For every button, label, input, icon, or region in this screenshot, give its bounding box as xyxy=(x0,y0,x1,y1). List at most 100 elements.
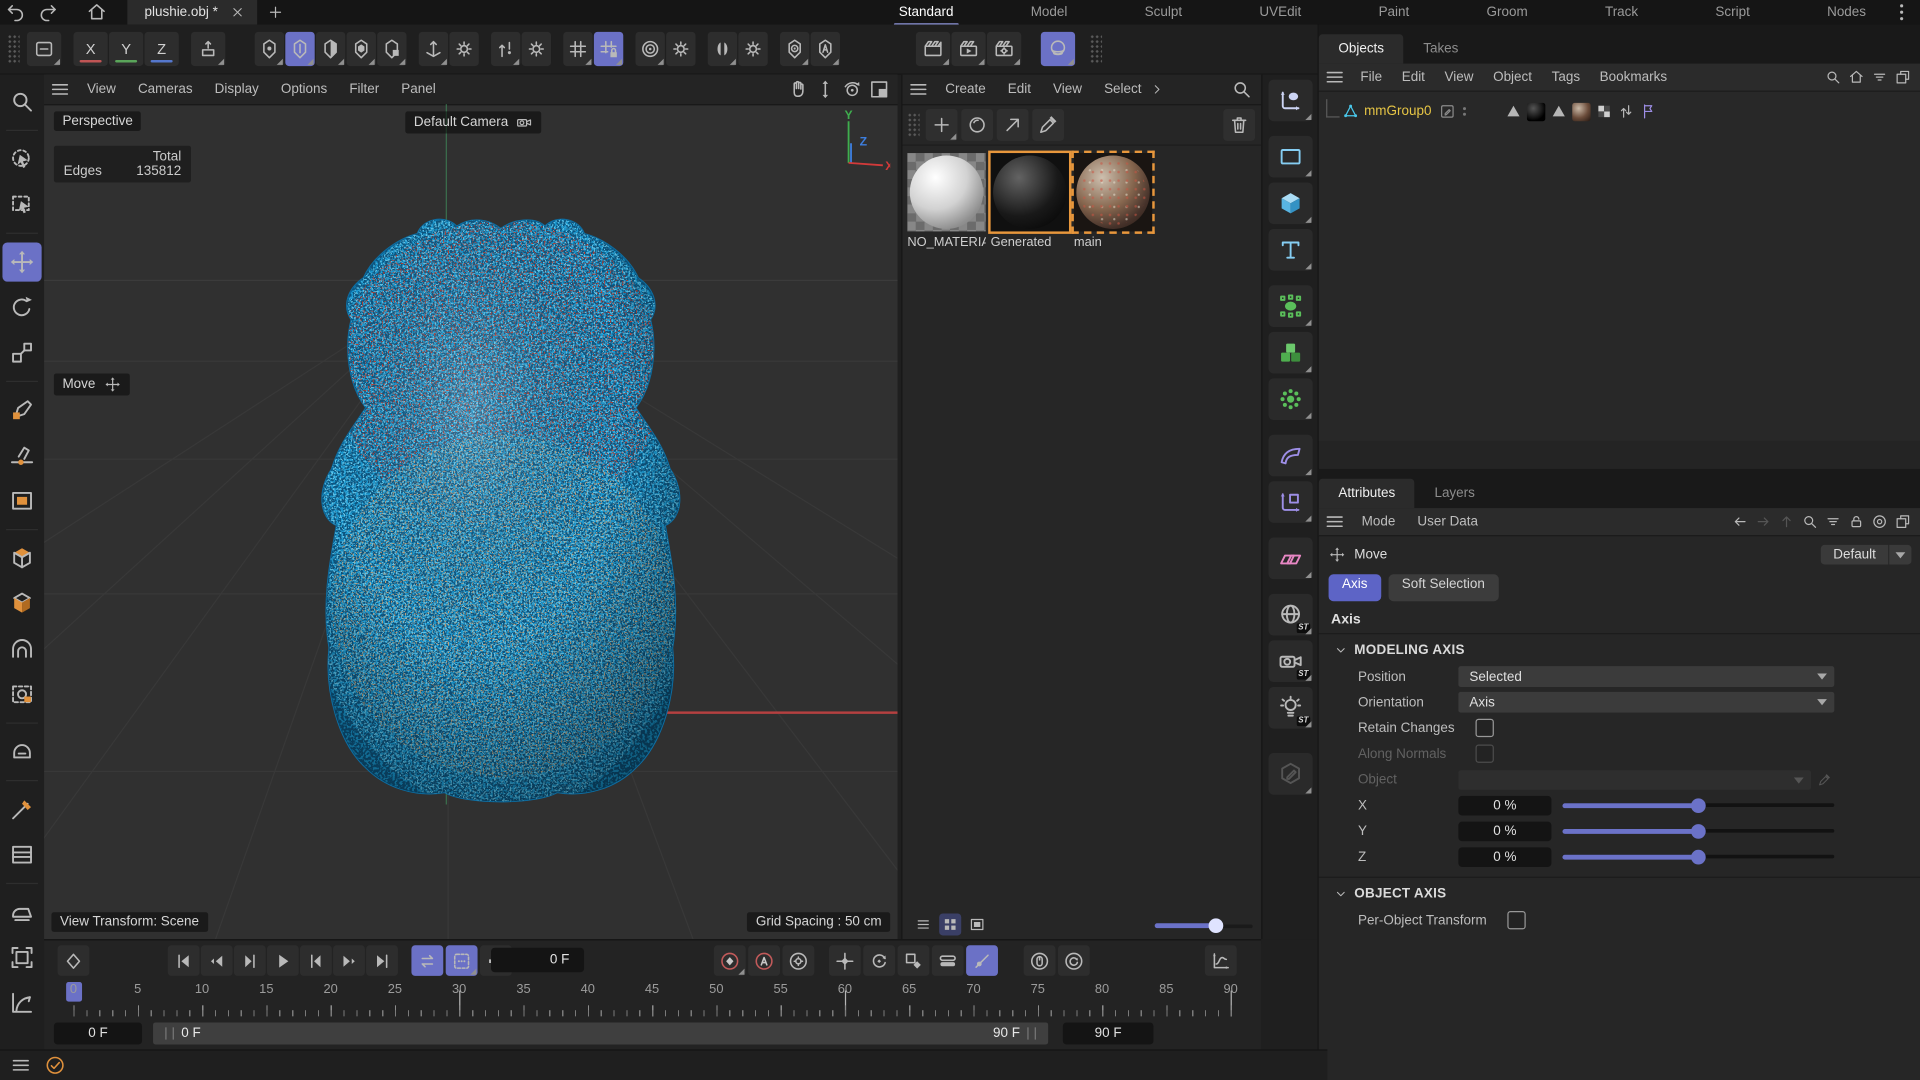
history-back-icon[interactable] xyxy=(1731,513,1748,530)
attributes-popup-icon[interactable] xyxy=(1894,513,1911,530)
bridge-tool[interactable] xyxy=(2,629,41,668)
next-key-button[interactable] xyxy=(333,945,365,976)
live-selection-tool[interactable] xyxy=(2,140,41,179)
loop-playback-button[interactable] xyxy=(411,945,443,976)
render-queue-button[interactable] xyxy=(987,32,1021,66)
make-editable-button[interactable] xyxy=(27,32,61,66)
camera-object-button[interactable]: ST xyxy=(1269,640,1313,682)
objects-menu-edit[interactable]: Edit xyxy=(1392,64,1435,91)
material-list-view-icon[interactable] xyxy=(912,913,934,935)
volume-builder-button[interactable] xyxy=(1269,332,1313,374)
viewport-menu-filter[interactable]: Filter xyxy=(338,75,390,104)
key-pla-toggle[interactable] xyxy=(966,945,998,976)
soft-selection-mode-button[interactable]: Soft Selection xyxy=(1388,574,1498,601)
slider-knob[interactable] xyxy=(1691,798,1706,813)
next-frame-button[interactable] xyxy=(300,945,332,976)
toolbar-grip[interactable] xyxy=(7,34,19,63)
material-canvas-view-icon[interactable] xyxy=(966,913,988,935)
attributes-menu-user-data[interactable]: User Data xyxy=(1406,507,1489,536)
home-icon[interactable] xyxy=(81,0,113,24)
redo-icon[interactable] xyxy=(32,0,64,24)
viewport-canvas[interactable]: Perspective Default Camera Total Edges13… xyxy=(44,104,897,939)
axis-lock-y[interactable]: Y xyxy=(109,32,143,66)
flag-tag-icon[interactable] xyxy=(1640,103,1657,120)
orbit-icon[interactable] xyxy=(841,78,863,100)
symmetry-button[interactable] xyxy=(708,32,737,66)
range-right-grip[interactable] xyxy=(1027,1027,1036,1039)
position-select[interactable]: Selected xyxy=(1458,666,1834,687)
mograph-cloner-button[interactable] xyxy=(1269,378,1313,420)
auto-mode-button[interactable] xyxy=(811,32,840,66)
layout-tab-groom[interactable]: Groom xyxy=(1482,2,1533,22)
extrude-tool[interactable] xyxy=(2,584,41,623)
sky-environment-button[interactable]: ST xyxy=(1269,594,1313,636)
texture-tag-main-icon[interactable] xyxy=(1572,102,1590,120)
objects-menu-tags[interactable]: Tags xyxy=(1542,64,1590,91)
record-keyframe-button[interactable] xyxy=(714,945,746,976)
symmetry-settings-gear-icon[interactable] xyxy=(738,32,767,66)
viewport-menu-panel[interactable]: Panel xyxy=(390,75,446,104)
viewport-menu-options[interactable]: Options xyxy=(270,75,338,104)
slider-value-z[interactable]: 0 % xyxy=(1458,847,1551,867)
cube-object-button[interactable] xyxy=(1269,182,1313,224)
loop-cut-tool[interactable] xyxy=(2,835,41,874)
axis-mode-button[interactable]: Axis xyxy=(1329,574,1381,601)
layout-tab-track[interactable]: Track xyxy=(1600,2,1643,22)
rotation-record-button[interactable] xyxy=(1058,945,1090,976)
per-object-transform-checkbox[interactable] xyxy=(1507,911,1525,929)
axis-lock-z[interactable]: Z xyxy=(144,32,178,66)
text-object-button[interactable] xyxy=(1269,229,1313,271)
material-main[interactable]: main xyxy=(1074,153,1152,250)
polygons-mode-button[interactable] xyxy=(316,32,345,66)
layout-tab-script[interactable]: Script xyxy=(1710,2,1754,22)
load-material-button[interactable] xyxy=(997,109,1029,141)
camera-icon[interactable] xyxy=(516,114,533,131)
rectangle-selection-tool[interactable] xyxy=(2,185,41,224)
materials-menu-select[interactable]: Select xyxy=(1093,75,1152,104)
frame-selection-tool[interactable] xyxy=(2,938,41,977)
quantize-settings-gear-icon[interactable] xyxy=(666,32,695,66)
timeline-ruler[interactable]: 051015202530354045505560657075808590 xyxy=(44,981,1261,1019)
object-axis-header[interactable]: OBJECT AXIS xyxy=(1319,878,1920,907)
layout-tab-uvedit[interactable]: UVEdit xyxy=(1254,2,1306,22)
add-material-button[interactable] xyxy=(926,109,958,141)
key-position-toggle[interactable] xyxy=(829,945,861,976)
camera-label[interactable]: Default Camera xyxy=(405,111,541,133)
undo-icon[interactable] xyxy=(0,0,32,24)
autokey-button[interactable] xyxy=(748,945,780,976)
move-tool[interactable] xyxy=(2,242,41,281)
document-tab[interactable]: plushie.obj * xyxy=(127,0,257,24)
light-object-button[interactable]: ST xyxy=(1269,687,1313,729)
toolbar-grip-right[interactable] xyxy=(1090,34,1102,63)
slider-y[interactable] xyxy=(1562,821,1834,841)
spline-primitive-button[interactable] xyxy=(1269,136,1313,178)
phong-tag-icon[interactable] xyxy=(1505,103,1522,120)
arc-measure-tool[interactable] xyxy=(2,983,41,1022)
objects-burger-icon[interactable] xyxy=(1319,65,1351,89)
orientation-select[interactable]: Axis xyxy=(1458,692,1834,713)
axis-modification-button[interactable] xyxy=(419,32,448,66)
polygon-brush-tool[interactable] xyxy=(2,732,41,771)
quantize-button[interactable] xyxy=(636,32,665,66)
preview-range-bar[interactable]: 0 F 90 F xyxy=(153,1022,1048,1044)
objects-filter-icon[interactable] xyxy=(1871,69,1888,86)
goto-end-button[interactable] xyxy=(366,945,398,976)
attributes-search-icon[interactable] xyxy=(1801,513,1818,530)
model-mode-button[interactable] xyxy=(377,32,406,66)
texture-tag-black-icon[interactable] xyxy=(1527,102,1545,120)
materials-search-icon[interactable] xyxy=(1231,78,1253,100)
visibility-dots-icon[interactable] xyxy=(1456,103,1473,120)
materials-menu-overflow-icon[interactable] xyxy=(1150,82,1165,97)
key-rotation-toggle[interactable] xyxy=(863,945,895,976)
prev-key-button[interactable] xyxy=(201,945,233,976)
cube-primitive-tool[interactable] xyxy=(2,539,41,578)
subdivision-surface-button[interactable] xyxy=(1269,285,1313,327)
workplane-button[interactable] xyxy=(191,32,225,66)
chevron-down-icon[interactable] xyxy=(1333,887,1348,902)
tab-layers[interactable]: Layers xyxy=(1415,479,1495,508)
edit-toggle-icon[interactable] xyxy=(1439,103,1456,120)
viewport-solo-button[interactable] xyxy=(780,32,809,66)
slider-value-y[interactable]: 0 % xyxy=(1458,821,1551,841)
plushie-model[interactable] xyxy=(295,202,706,804)
render-view-button[interactable] xyxy=(916,32,950,66)
